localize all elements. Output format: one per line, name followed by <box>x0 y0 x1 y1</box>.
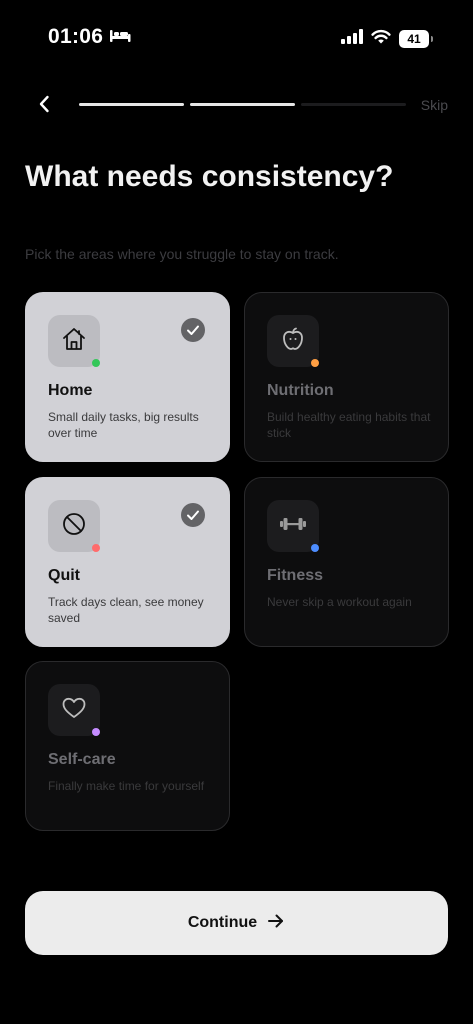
category-description: Small daily tasks, big results over time <box>48 410 199 440</box>
category-description: Never skip a workout again <box>267 595 412 609</box>
dumbbell-icon <box>278 510 308 543</box>
category-label: Self-care <box>48 751 116 768</box>
category-color-dot <box>311 544 319 552</box>
checkmark-icon <box>181 503 205 527</box>
category-color-dot <box>92 728 100 736</box>
category-label: Quit <box>48 567 80 584</box>
category-label: Home <box>48 382 93 399</box>
category-color-dot <box>92 544 100 552</box>
onboarding-nav: Skip <box>0 90 473 122</box>
category-card-self-care[interactable]: Self-care Finally make time for yourself <box>25 661 230 831</box>
category-card-nutrition[interactable]: Nutrition Build healthy eating habits th… <box>244 292 449 462</box>
status-time: 01:06 <box>48 25 131 49</box>
apple-icon <box>279 325 307 358</box>
prohibited-icon <box>60 510 88 543</box>
back-button[interactable] <box>30 92 58 120</box>
continue-label: Continue <box>187 914 258 931</box>
arrow-right-icon <box>267 913 285 934</box>
category-card-fitness[interactable]: Fitness Never skip a workout again <box>244 477 449 647</box>
progress-step <box>79 103 184 106</box>
progress-step <box>301 103 406 106</box>
skip-button[interactable]: Skip <box>421 97 448 113</box>
clock-text: 01:06 <box>48 25 104 48</box>
progress-step <box>190 103 295 106</box>
category-label: Nutrition <box>267 382 334 399</box>
category-description: Build healthy eating habits that stick <box>267 410 431 440</box>
progress-indicator <box>79 103 406 106</box>
category-label: Fitness <box>267 567 324 584</box>
page-title: What needs consistency? <box>25 160 394 193</box>
category-card-quit[interactable]: Quit Track days clean, see money saved <box>25 477 230 647</box>
heart-icon <box>60 694 88 727</box>
status-icons: 41 <box>341 29 433 49</box>
battery-level: 41 <box>407 32 421 46</box>
wifi-icon <box>371 29 391 49</box>
category-description: Track days clean, see money saved <box>48 595 204 625</box>
category-color-dot <box>311 359 319 367</box>
status-bar: 01:06 41 <box>0 0 473 76</box>
cellular-signal-icon <box>341 29 363 49</box>
house-icon <box>60 325 88 358</box>
category-description: Finally make time for yourself <box>48 779 205 793</box>
chevron-left-icon <box>38 95 50 118</box>
continue-button[interactable]: Continue <box>25 891 448 955</box>
bed-icon <box>109 25 131 49</box>
page-subtitle: Pick the areas where you struggle to sta… <box>25 246 339 262</box>
battery-icon: 41 <box>399 30 433 48</box>
checkmark-icon <box>181 318 205 342</box>
category-color-dot <box>92 359 100 367</box>
category-card-home[interactable]: Home Small daily tasks, big results over… <box>25 292 230 462</box>
